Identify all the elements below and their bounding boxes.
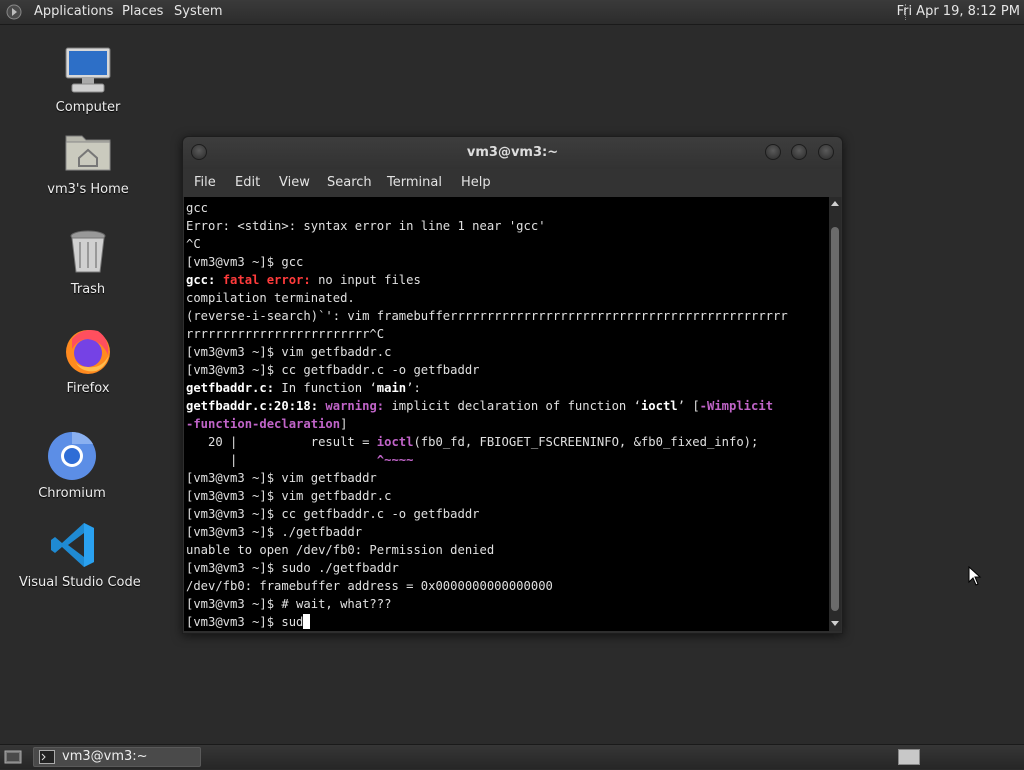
- terminal-line: [vm3@vm3 ~]$ vim getfbaddr: [186, 471, 377, 485]
- applications-menu[interactable]: Applications: [34, 0, 113, 24]
- terminal-line: getfbaddr.c: In function ‘main’:: [186, 381, 421, 395]
- home-folder-icon: [65, 135, 111, 171]
- menu-help[interactable]: Help: [461, 169, 491, 197]
- menu-file[interactable]: File: [194, 169, 216, 197]
- terminal-line: 20 | result = ioctl(fb0_fd, FBIOGET_FSCR…: [186, 435, 759, 449]
- terminal-line: [vm3@vm3 ~]$ cc getfbaddr.c -o getfbaddr: [186, 507, 480, 521]
- taskbar-window-label: vm3@vm3:~: [62, 749, 148, 764]
- terminal-output[interactable]: gcc Error: <stdin>: syntax error in line…: [184, 197, 829, 631]
- top-panel: Applications Places System Fri Apr 19, 8…: [0, 0, 1024, 25]
- terminal-line: [vm3@vm3 ~]$ gcc: [186, 255, 304, 269]
- window-title: vm3@vm3:~: [466, 145, 559, 160]
- terminal-line: [vm3@vm3 ~]$ cc getfbaddr.c -o getfbaddr: [186, 363, 480, 377]
- desktop-icon-label: vm3's Home: [47, 182, 129, 197]
- terminal-line: gcc: [186, 201, 209, 215]
- terminal-line: rrrrrrrrrrrrrrrrrrrrrrrrr^C: [186, 327, 385, 341]
- desktop-icon-label: Computer: [55, 100, 121, 115]
- terminal-menubar: File Edit View Search Terminal Help: [183, 169, 842, 197]
- vscode-icon: [51, 523, 94, 567]
- terminal-line: getfbaddr.c:20:18: warning: implicit dec…: [186, 399, 774, 413]
- maximize-button[interactable]: [791, 144, 807, 160]
- terminal-line: compilation terminated.: [186, 291, 355, 305]
- terminal-line: [vm3@vm3 ~]$ sudo ./getfbaddr: [186, 561, 399, 575]
- menu-search[interactable]: Search: [327, 169, 372, 197]
- terminal-line: ^C: [186, 237, 201, 251]
- terminal-line: Error: <stdin>: syntax error in line 1 n…: [186, 219, 546, 233]
- chromium-icon: [48, 431, 96, 480]
- menu-edit[interactable]: Edit: [235, 169, 260, 197]
- desktop-icon-trash[interactable]: Trash: [33, 226, 143, 297]
- desktop-icon-computer[interactable]: Computer: [33, 44, 143, 115]
- terminal-line: [vm3@vm3 ~]$ vim getfbaddr.c: [186, 345, 392, 359]
- system-menu[interactable]: System: [174, 0, 222, 24]
- mouse-pointer-icon: [968, 566, 982, 586]
- terminal-line: [vm3@vm3 ~]$ # wait, what???: [186, 597, 392, 611]
- computer-icon: [65, 47, 111, 93]
- terminal-line: [vm3@vm3 ~]$ ./getfbaddr: [186, 525, 363, 539]
- terminal-line: unable to open /dev/fb0: Permission deni…: [186, 543, 495, 557]
- desktop-icon-home[interactable]: vm3's Home: [33, 126, 143, 197]
- terminal-window: vm3@vm3:~ File Edit View Search Terminal…: [182, 136, 843, 634]
- desktop-icon-chromium[interactable]: Chromium: [17, 430, 127, 501]
- show-desktop-icon[interactable]: [4, 749, 22, 769]
- terminal-line: [vm3@vm3 ~]$ vim getfbaddr.c: [186, 489, 392, 503]
- menu-terminal[interactable]: Terminal: [387, 169, 442, 197]
- desktop-icon-label: Visual Studio Code: [19, 575, 141, 590]
- minimize-button[interactable]: [765, 144, 781, 160]
- desktop-icon-label: Chromium: [38, 486, 106, 501]
- window-titlebar[interactable]: vm3@vm3:~: [183, 137, 842, 169]
- scroll-up-arrow-icon[interactable]: [831, 201, 839, 206]
- gnome-foot-icon[interactable]: [6, 4, 22, 20]
- scrollbar-thumb[interactable]: [831, 227, 839, 611]
- workspace-switcher[interactable]: [898, 749, 920, 769]
- bottom-panel: vm3@vm3:~: [0, 744, 1024, 769]
- taskbar-terminal-button[interactable]: vm3@vm3:~: [33, 747, 201, 767]
- terminal-line: | ^~~~~: [186, 453, 414, 467]
- menu-view[interactable]: View: [279, 169, 310, 197]
- text-cursor: [303, 614, 311, 629]
- terminal-line: [vm3@vm3 ~]$ sud: [186, 614, 311, 629]
- terminal-line: -function-declaration]: [186, 417, 348, 431]
- desktop-icon-firefox[interactable]: Firefox: [33, 325, 143, 396]
- terminal-line: /dev/fb0: framebuffer address = 0x000000…: [186, 579, 553, 593]
- trash-icon: [70, 230, 106, 273]
- terminal-line: gcc: fatal error: no input files: [186, 273, 421, 287]
- firefox-icon: [66, 330, 110, 374]
- scroll-down-arrow-icon[interactable]: [831, 621, 839, 626]
- terminal-text: gcc Error: <stdin>: syntax error in line…: [184, 197, 829, 631]
- close-button[interactable]: [818, 144, 834, 160]
- vertical-scrollbar[interactable]: [829, 197, 841, 631]
- terminal-line: (reverse-i-search)`': vim framebufferrrr…: [186, 309, 788, 323]
- desktop-icon-label: Firefox: [66, 381, 110, 396]
- clock[interactable]: Fri Apr 19, 8:12 PM: [897, 0, 1020, 24]
- places-menu[interactable]: Places: [122, 0, 163, 24]
- desktop-icon-vscode[interactable]: Visual Studio Code: [19, 519, 141, 590]
- terminal-icon: [39, 750, 55, 770]
- desktop-icon-label: Trash: [70, 282, 106, 297]
